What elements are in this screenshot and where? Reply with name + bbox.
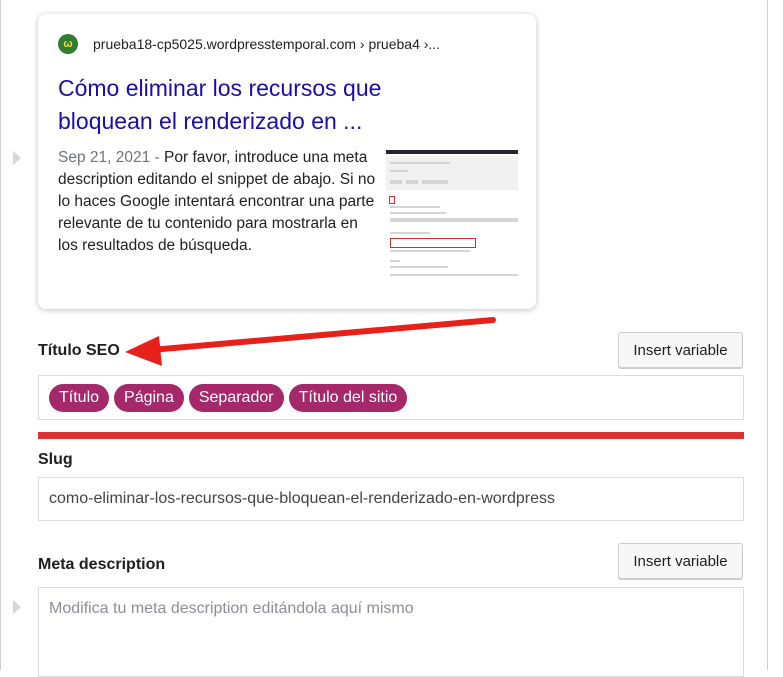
slug-field[interactable]: como-eliminar-los-recursos-que-bloquean-… bbox=[38, 477, 744, 521]
panel-right-border bbox=[767, 0, 768, 670]
preview-date: Sep 21, 2021 bbox=[58, 149, 151, 166]
progress-fill bbox=[38, 432, 744, 439]
seo-title-length-progress bbox=[38, 432, 744, 439]
meta-description-placeholder: Modifica tu meta description editándola … bbox=[49, 600, 414, 617]
seo-title-field[interactable]: Título Página Separador Título del sitio bbox=[38, 375, 744, 420]
collapse-handle-icon[interactable] bbox=[13, 151, 21, 165]
panel-left-border bbox=[0, 0, 1, 670]
collapse-handle-icon[interactable] bbox=[13, 600, 21, 614]
variable-pill-titulo[interactable]: Título bbox=[49, 384, 110, 412]
site-favicon-icon: ω bbox=[58, 34, 78, 54]
variable-pill-titulo-del-sitio[interactable]: Título del sitio bbox=[288, 384, 408, 412]
variable-pill-pagina[interactable]: Página bbox=[114, 384, 184, 412]
preview-description: Sep 21, 2021 - Por favor, introduce una … bbox=[58, 147, 376, 257]
insert-variable-button-meta-description[interactable]: Insert variable bbox=[618, 543, 743, 579]
variable-pill-separador[interactable]: Separador bbox=[188, 384, 284, 412]
preview-thumbnail bbox=[386, 150, 518, 282]
google-snippet-preview: ω prueba18-cp5025.wordpresstemporal.com … bbox=[38, 14, 536, 309]
seo-title-variables: Título Página Separador Título del sitio bbox=[49, 384, 412, 412]
seo-title-label: Título SEO bbox=[38, 342, 120, 359]
meta-description-field[interactable]: Modifica tu meta description editándola … bbox=[38, 587, 744, 677]
preview-url: prueba18-cp5025.wordpresstemporal.com › … bbox=[93, 36, 441, 52]
meta-description-label: Meta description bbox=[38, 556, 166, 573]
insert-variable-button-seo-title[interactable]: Insert variable bbox=[618, 332, 743, 368]
slug-label: Slug bbox=[38, 451, 73, 468]
preview-title[interactable]: Cómo eliminar los recursos que bloquean … bbox=[58, 72, 428, 138]
annotation-arrow-icon bbox=[125, 317, 496, 366]
preview-date-separator: - bbox=[150, 149, 165, 166]
slug-value: como-eliminar-los-recursos-que-bloquean-… bbox=[49, 490, 555, 507]
